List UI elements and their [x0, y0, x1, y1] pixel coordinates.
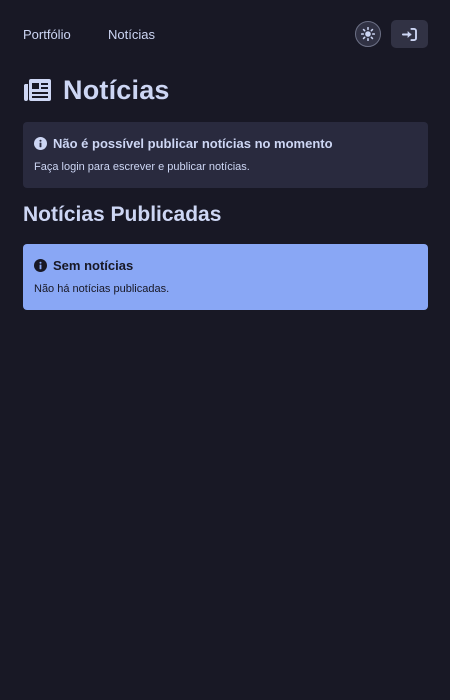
- login-required-notice: Não é possível publicar notícias no mome…: [23, 122, 428, 188]
- nav-link-portfolio[interactable]: Portfólio: [23, 27, 71, 42]
- empty-notice-title: Sem notícias: [53, 258, 134, 273]
- info-circle-icon: [34, 137, 47, 150]
- sign-in-icon: [402, 27, 417, 41]
- nav-link-news[interactable]: Notícias: [108, 27, 155, 42]
- notice-body: Faça login para escrever e publicar notí…: [34, 161, 250, 173]
- section-title: Notícias Publicadas: [23, 203, 222, 226]
- page-title: Notícias: [63, 74, 170, 105]
- login-button[interactable]: [391, 20, 428, 48]
- notice-title: Não é possível publicar notícias no mome…: [53, 136, 333, 151]
- newspaper-icon: [24, 78, 51, 101]
- page-header: Notícias: [23, 74, 170, 106]
- sun-icon: [361, 27, 375, 41]
- theme-toggle-button[interactable]: [355, 21, 381, 47]
- empty-notice-body: Não há notícias publicadas.: [34, 283, 170, 295]
- navbar: Portfólio Notícias: [0, 0, 450, 68]
- empty-news-notice: Sem notícias Não há notícias publicadas.: [23, 244, 428, 310]
- info-circle-icon: [34, 259, 47, 272]
